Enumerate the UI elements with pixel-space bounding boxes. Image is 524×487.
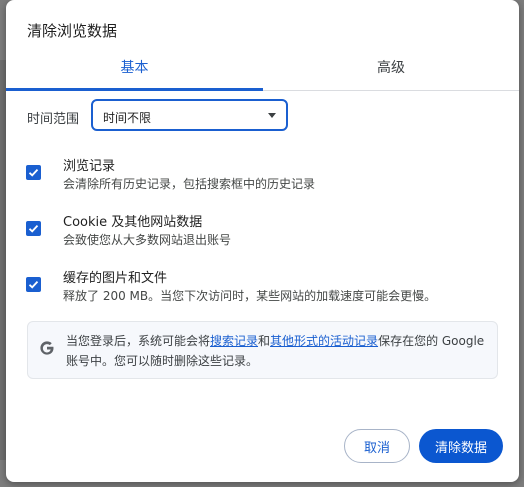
browsing-history-checkbox[interactable] xyxy=(26,165,41,180)
option-description: 会清除所有历史记录，包括搜索框中的历史记录 xyxy=(63,177,316,191)
time-range-select[interactable]: 时间不限 xyxy=(91,99,288,131)
dialog-title: 清除浏览数据 xyxy=(27,22,118,40)
option-cache: 缓存的图片和文件 释放了 200 MB。当您下次访问时，某些网站的加载速度可能会… xyxy=(26,267,496,307)
checkmark-icon xyxy=(28,168,39,177)
option-title: 缓存的图片和文件 xyxy=(63,271,168,286)
option-title: Cookie 及其他网站数据 xyxy=(63,215,203,230)
cookies-checkbox[interactable] xyxy=(26,221,41,236)
option-description: 会致使您从大多数网站退出账号 xyxy=(63,233,232,247)
search-history-link[interactable]: 搜索记录 xyxy=(210,334,258,348)
cancel-button[interactable]: 取消 xyxy=(344,429,410,463)
checkmark-icon xyxy=(28,224,39,233)
dropdown-caret-icon xyxy=(268,113,276,118)
option-cookies: Cookie 及其他网站数据 会致使您从大多数网站退出账号 xyxy=(26,211,496,251)
other-activity-link[interactable]: 其他形式的活动记录 xyxy=(270,334,378,348)
google-account-info: 当您登录后，系统可能会将搜索记录和其他形式的活动记录保存在您的 Google 账… xyxy=(27,321,498,379)
info-text-part: 和 xyxy=(258,334,271,348)
info-text: 当您登录后，系统可能会将搜索记录和其他形式的活动记录保存在您的 Google 账… xyxy=(66,331,486,371)
time-range-value: 时间不限 xyxy=(103,111,152,125)
time-range-label: 时间范围 xyxy=(27,112,80,127)
info-text-part: 当您登录后，系统可能会将 xyxy=(66,334,211,348)
clear-data-button[interactable]: 清除数据 xyxy=(419,429,503,463)
tab-advanced[interactable]: 高级 xyxy=(263,50,519,88)
option-browsing-history: 浏览记录 会清除所有历史记录，包括搜索框中的历史记录 xyxy=(26,155,496,195)
option-description: 释放了 200 MB。当您下次访问时，某些网站的加载速度可能会更慢。 xyxy=(63,289,437,303)
tab-basic[interactable]: 基本 xyxy=(6,50,263,91)
option-title: 浏览记录 xyxy=(63,159,116,174)
checkmark-icon xyxy=(28,280,39,289)
tab-bar: 基本 高级 xyxy=(6,50,519,91)
clear-browsing-data-dialog: 清除浏览数据 基本 高级 时间范围 时间不限 浏览记录 会清除所有历史记录，包括… xyxy=(6,0,519,482)
google-g-icon xyxy=(40,341,54,355)
cache-checkbox[interactable] xyxy=(26,277,41,292)
